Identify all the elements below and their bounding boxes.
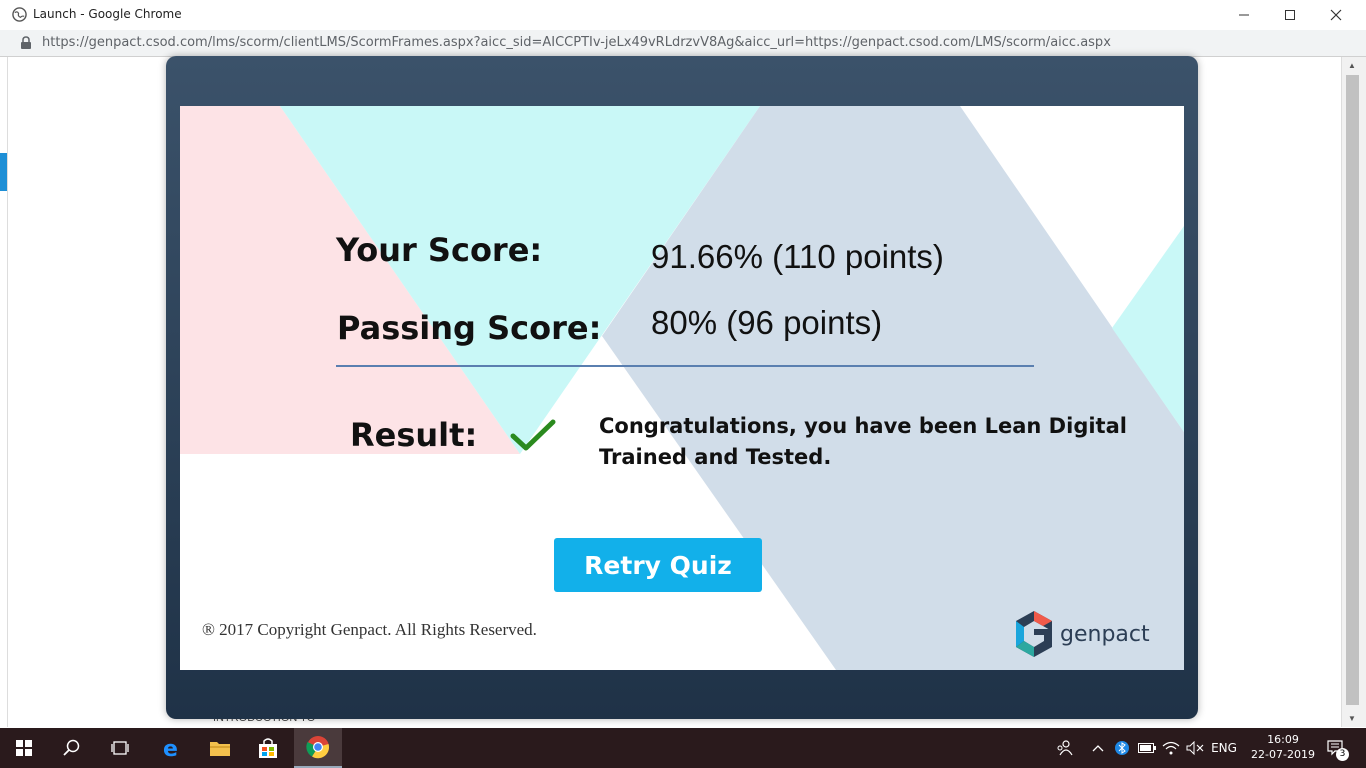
close-button[interactable] (1313, 0, 1359, 30)
close-icon (1330, 9, 1342, 21)
svg-text:e: e (163, 737, 178, 759)
edge-icon: e (163, 737, 178, 759)
windows-logo-icon (16, 740, 32, 756)
chrome-icon (306, 736, 330, 759)
minimize-button[interactable] (1221, 0, 1267, 30)
clock-time: 16:09 (1267, 733, 1299, 746)
maximize-icon (1285, 10, 1295, 20)
page-divider (7, 57, 8, 727)
result-slide: Your Score: 91.66% (110 points) Passing … (180, 106, 1184, 670)
store-icon (259, 738, 277, 758)
checkmark-icon (510, 419, 556, 451)
copyright-text: ® 2017 Copyright Genpact. All Rights Res… (202, 620, 537, 639)
passing-score-label: Passing Score: (337, 309, 602, 347)
taskbar-store[interactable] (244, 728, 292, 768)
retry-quiz-button[interactable]: Retry Quiz (554, 538, 762, 592)
tray-overflow-button[interactable] (1088, 728, 1108, 768)
result-message: Congratulations, you have been Lean Digi… (599, 414, 1127, 469)
search-icon (63, 739, 80, 756)
your-score-label: Your Score: (336, 231, 543, 269)
task-view-icon (111, 741, 129, 755)
window-title: Launch - Google Chrome (33, 7, 182, 21)
minimize-icon (1239, 14, 1249, 16)
browser-title-bar: Launch - Google Chrome (0, 0, 1366, 31)
people-icon (1057, 740, 1073, 756)
scroll-up-icon[interactable]: ▲ (1348, 61, 1356, 70)
url-text[interactable]: https://genpact.csod.com/lms/scorm/clien… (42, 35, 1111, 50)
taskbar-clock[interactable]: 16:09 22-07-2019 (1248, 732, 1318, 762)
genpact-wordmark: genpact (1060, 621, 1150, 647)
start-button[interactable] (0, 728, 48, 768)
bluetooth-icon (1115, 741, 1129, 755)
scroll-down-icon[interactable]: ▼ (1348, 714, 1356, 723)
score-divider (336, 365, 1034, 367)
page-side-tab[interactable] (0, 153, 7, 191)
volume-muted-icon (1186, 741, 1204, 755)
bluetooth-button[interactable] (1112, 728, 1132, 768)
lock-icon (21, 36, 31, 49)
action-center-button[interactable]: 3 (1322, 728, 1352, 768)
folder-icon (210, 742, 230, 756)
language-indicator[interactable]: ENG (1208, 728, 1240, 768)
your-score-value: 91.66% (110 points) (651, 238, 944, 275)
volume-button[interactable] (1184, 728, 1206, 768)
taskbar-edge[interactable]: e (148, 728, 196, 768)
battery-button[interactable] (1136, 728, 1158, 768)
notification-count-badge: 3 (1336, 748, 1349, 761)
quiz-result-modal: Your Score: 91.66% (110 points) Passing … (166, 56, 1198, 719)
globe-icon (12, 7, 27, 22)
chevron-up-icon (1092, 745, 1104, 752)
address-bar[interactable]: https://genpact.csod.com/lms/scorm/clien… (0, 30, 1366, 57)
clock-date: 22-07-2019 (1251, 748, 1315, 761)
windows-taskbar: e ENG 16:09 22-07-2019 3 (0, 728, 1366, 768)
genpact-logo: genpact (1016, 611, 1150, 657)
maximize-button[interactable] (1267, 0, 1313, 30)
task-view-button[interactable] (96, 728, 144, 768)
passing-score-value: 80% (96 points) (651, 304, 883, 341)
result-label: Result: (350, 416, 478, 454)
genpact-logo-mark (1016, 611, 1052, 657)
battery-icon (1138, 743, 1156, 753)
people-button[interactable] (1052, 728, 1076, 768)
taskbar-chrome[interactable] (294, 728, 342, 768)
scrollbar-thumb[interactable] (1346, 75, 1359, 705)
search-button[interactable] (48, 728, 96, 768)
page-scrollbar[interactable]: ▲ ▼ (1341, 57, 1366, 727)
wifi-icon (1162, 741, 1180, 755)
wifi-button[interactable] (1160, 728, 1182, 768)
taskbar-file-explorer[interactable] (196, 728, 244, 768)
